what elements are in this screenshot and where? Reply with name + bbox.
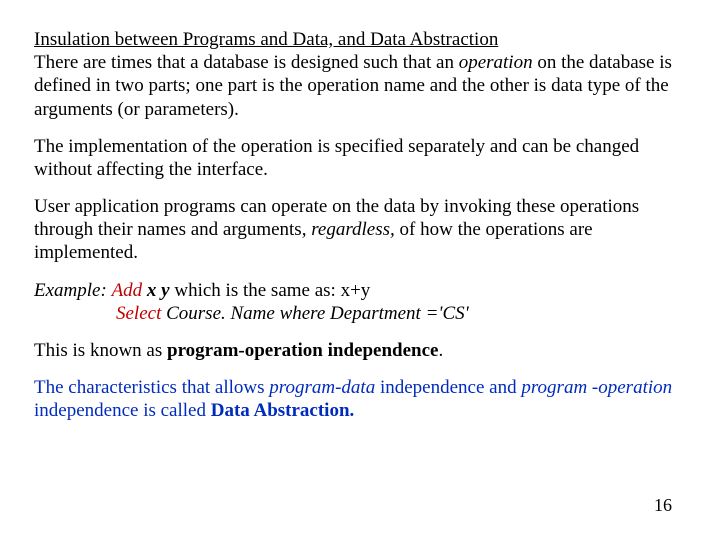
intro-paragraph: Insulation between Programs and Data, an… — [34, 28, 686, 121]
example-select-keyword: Select — [116, 303, 161, 324]
p6-c: independence is called — [34, 400, 211, 421]
p2-text: The implementation of the operation is s… — [34, 136, 639, 180]
implementation-paragraph: The implementation of the operation is s… — [34, 135, 686, 181]
example-select-query: Course. Name where Department ='CS' — [161, 303, 468, 324]
p6-a: The characteristics that allows — [34, 377, 269, 398]
known-as-paragraph: This is known as program-operation indep… — [34, 339, 686, 362]
page-number: 16 — [654, 495, 672, 516]
example-label: Example: — [34, 280, 107, 301]
p3-regardless: regardless, — [311, 219, 395, 240]
page-content: Insulation between Programs and Data, an… — [0, 0, 720, 446]
p1-operation: operation — [459, 52, 533, 73]
p5-b: . — [438, 340, 443, 361]
slide: Insulation between Programs and Data, an… — [0, 0, 720, 540]
p5-term: program-operation independence — [167, 340, 438, 361]
example-block: Example: Add x y which is the same as: x… — [34, 279, 686, 325]
data-abstraction-paragraph: The characteristics that allows program-… — [34, 376, 686, 422]
example-add-args: x y — [147, 280, 170, 301]
example-add-explain: which is the same as: x+y — [174, 280, 370, 301]
example-add-keyword: Add — [112, 280, 143, 301]
p5-a: This is known as — [34, 340, 167, 361]
p6-data-abstraction: Data Abstraction. — [211, 400, 355, 421]
user-app-paragraph: User application programs can operate on… — [34, 195, 686, 265]
p6-program-operation: program -operation — [521, 377, 672, 398]
p6-b: independence and — [375, 377, 521, 398]
example-line2: Select Course. Name where Department ='C… — [34, 302, 469, 325]
section-heading: Insulation between Programs and Data, an… — [34, 29, 498, 50]
p1-text-a: There are times that a database is desig… — [34, 52, 459, 73]
p6-program-data: program-data — [269, 377, 375, 398]
